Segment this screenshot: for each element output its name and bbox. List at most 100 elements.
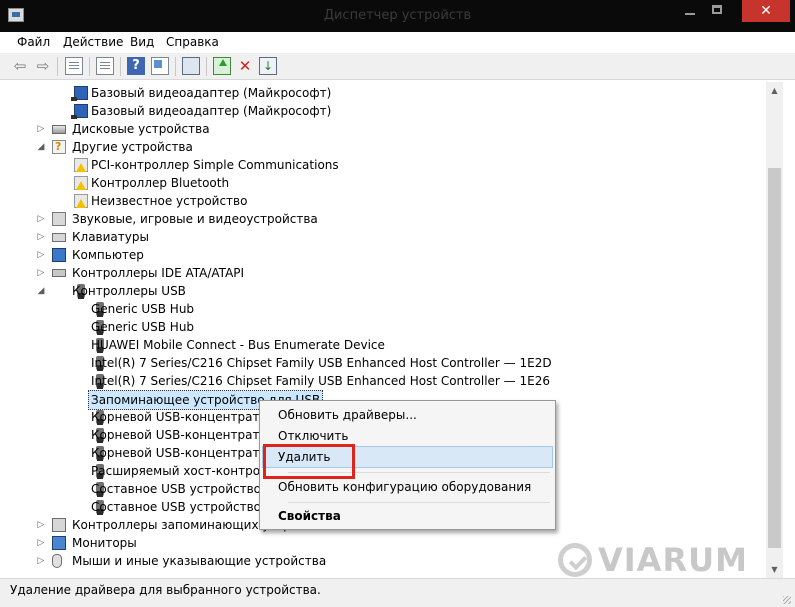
scroll-down-arrow-icon[interactable]: ▼	[766, 561, 783, 578]
display-adapter-icon	[71, 104, 88, 119]
properties-button[interactable]	[151, 57, 169, 75]
expand-arrow-icon[interactable]: ▷	[36, 516, 46, 534]
close-button[interactable]: ✕	[742, 0, 790, 22]
forward-button[interactable]: ⇨	[34, 57, 52, 75]
tree-row-label: Мыши и иные указывающие устройства	[72, 554, 327, 568]
tree-row[interactable]: Неизвестное устройство	[6, 192, 766, 210]
uninstall-device-button[interactable]: ✕	[236, 57, 254, 75]
viarum-logo-icon	[558, 543, 592, 577]
tree-row[interactable]: ▷ Контроллеры IDE ATA/ATAPI	[6, 264, 766, 282]
menu-file[interactable]: Файл	[17, 35, 50, 49]
tree-row[interactable]: Контроллер Bluetooth	[6, 174, 766, 192]
tree-row-label: Контроллер Bluetooth	[91, 176, 230, 190]
scroll-thumb[interactable]	[768, 168, 781, 548]
storage-controller-icon	[52, 518, 66, 532]
title-bar: Диспетчер устройств ✕	[0, 0, 795, 32]
warning-device-icon	[74, 194, 88, 208]
tree-row-label: Составное USB устройство	[91, 482, 262, 496]
display-adapter-icon	[71, 86, 88, 101]
collapse-arrow-icon[interactable]: ◢	[36, 282, 46, 300]
tree-row-label: Корневой USB-концентратор	[91, 446, 275, 460]
expand-arrow-icon[interactable]: ▷	[36, 264, 46, 282]
menu-separator	[288, 502, 550, 503]
expand-arrow-icon[interactable]: ▷	[36, 534, 46, 552]
ide-controller-icon	[52, 269, 66, 277]
menu-action[interactable]: Действие	[63, 35, 123, 49]
menu-scan-hardware-changes[interactable]: Обновить конфигурацию оборудования	[278, 476, 531, 498]
toolbar: ⇦ ⇨ ? ✕	[0, 53, 795, 80]
expand-arrow-icon[interactable]: ▷	[36, 120, 46, 138]
tree-row-label: Неизвестное устройство	[91, 194, 248, 208]
toolbar-separator	[57, 57, 58, 76]
warning-device-icon	[74, 176, 88, 190]
tree-row[interactable]: Generic USB Hub	[6, 318, 766, 336]
properties-list-button[interactable]	[96, 57, 114, 75]
tree-row[interactable]: ▷ Дисковые устройства	[6, 120, 766, 138]
toolbar-separator	[89, 57, 90, 76]
watermark-text: VIARUM	[598, 541, 748, 579]
tree-row-label: HUAWEI Mobile Connect - Bus Enumerate De…	[91, 338, 385, 352]
expand-arrow-icon[interactable]: ▷	[36, 246, 46, 264]
arrow-right-icon: ⇨	[36, 57, 50, 75]
watermark: VIARUM	[558, 540, 763, 580]
status-bar: Удаление драйвера для выбранного устройс…	[0, 578, 795, 607]
speaker-icon	[52, 212, 66, 226]
monitor-icon	[52, 536, 66, 550]
tree-row-label: Базовый видеоадаптер (Майкрософт)	[91, 104, 332, 118]
menu-properties[interactable]: Свойства	[278, 505, 341, 527]
status-text: Удаление драйвера для выбранного устройс…	[10, 583, 321, 597]
tree-row-label: Другие устройства	[72, 140, 193, 154]
collapse-arrow-icon[interactable]: ◢	[36, 138, 46, 156]
unknown-device-icon	[52, 138, 66, 156]
tree-row[interactable]: ▷ Клавиатуры	[6, 228, 766, 246]
tree-row[interactable]: PCI-контроллер Simple Communications	[6, 156, 766, 174]
tree-row-label: Клавиатуры	[72, 230, 149, 244]
enable-device-button[interactable]	[259, 57, 277, 75]
scroll-up-arrow-icon[interactable]: ▲	[766, 82, 783, 99]
toolbar-separator	[206, 57, 207, 76]
tree-row-label: Дисковые устройства	[72, 122, 210, 136]
tree-row-label: Generic USB Hub	[91, 320, 195, 334]
menu-help[interactable]: Справка	[166, 35, 219, 49]
show-hide-console-tree-button[interactable]	[65, 57, 83, 75]
arrow-left-icon: ⇦	[13, 57, 27, 75]
menu-bar: Файл Действие Вид Справка	[0, 32, 795, 53]
tree-row[interactable]: Intel(R) 7 Series/C216 Chipset Family US…	[6, 372, 766, 390]
tree-row[interactable]: ◢ Контроллеры USB	[6, 282, 766, 300]
tree-row-label: Контроллеры USB	[72, 284, 186, 298]
tree-row[interactable]: ◢ Другие устройства	[6, 138, 766, 156]
maximize-button[interactable]	[704, 0, 732, 22]
expand-arrow-icon[interactable]: ▷	[36, 228, 46, 246]
minimize-button[interactable]	[676, 0, 704, 22]
tree-row[interactable]: ▷ Компьютер	[6, 246, 766, 264]
maximize-icon	[712, 5, 722, 14]
scan-hardware-button[interactable]	[182, 57, 200, 75]
expand-arrow-icon[interactable]: ▷	[36, 210, 46, 228]
tree-row-label: Корневой USB-концентратор	[91, 428, 275, 442]
warning-device-icon	[74, 158, 88, 172]
tree-row-label: Generic USB Hub	[91, 302, 195, 316]
menu-view[interactable]: Вид	[130, 35, 154, 49]
keyboard-icon	[52, 233, 66, 242]
back-button[interactable]: ⇦	[11, 57, 29, 75]
resize-grip-icon[interactable]	[783, 596, 791, 604]
annotation-highlight-box	[263, 444, 355, 479]
tree-row[interactable]: Базовый видеоадаптер (Майкрософт)	[6, 84, 766, 102]
tree-row[interactable]: Intel(R) 7 Series/C216 Chipset Family US…	[6, 354, 766, 372]
mouse-icon	[52, 554, 62, 568]
update-driver-button[interactable]	[213, 57, 231, 75]
computer-icon	[52, 248, 66, 262]
vertical-scrollbar[interactable]: ▲ ▼	[766, 82, 783, 578]
tree-row-label: Базовый видеоадаптер (Майкрософт)	[91, 86, 332, 100]
tree-row[interactable]: Базовый видеоадаптер (Майкрософт)	[6, 102, 766, 120]
tree-row[interactable]: ▷ Звуковые, игровые и видеоустройства	[6, 210, 766, 228]
help-button[interactable]: ?	[127, 57, 145, 75]
menu-update-drivers[interactable]: Обновить драйверы...	[278, 404, 417, 426]
tree-row-label: Intel(R) 7 Series/C216 Chipset Family US…	[91, 356, 552, 370]
tree-row[interactable]: HUAWEI Mobile Connect - Bus Enumerate De…	[6, 336, 766, 354]
tree-row[interactable]: Generic USB Hub	[6, 300, 766, 318]
toolbar-separator	[120, 57, 121, 76]
toolbar-separator	[175, 57, 176, 76]
expand-arrow-icon[interactable]: ▷	[36, 552, 46, 570]
tree-row-label: Контроллеры IDE ATA/ATAPI	[72, 266, 245, 280]
